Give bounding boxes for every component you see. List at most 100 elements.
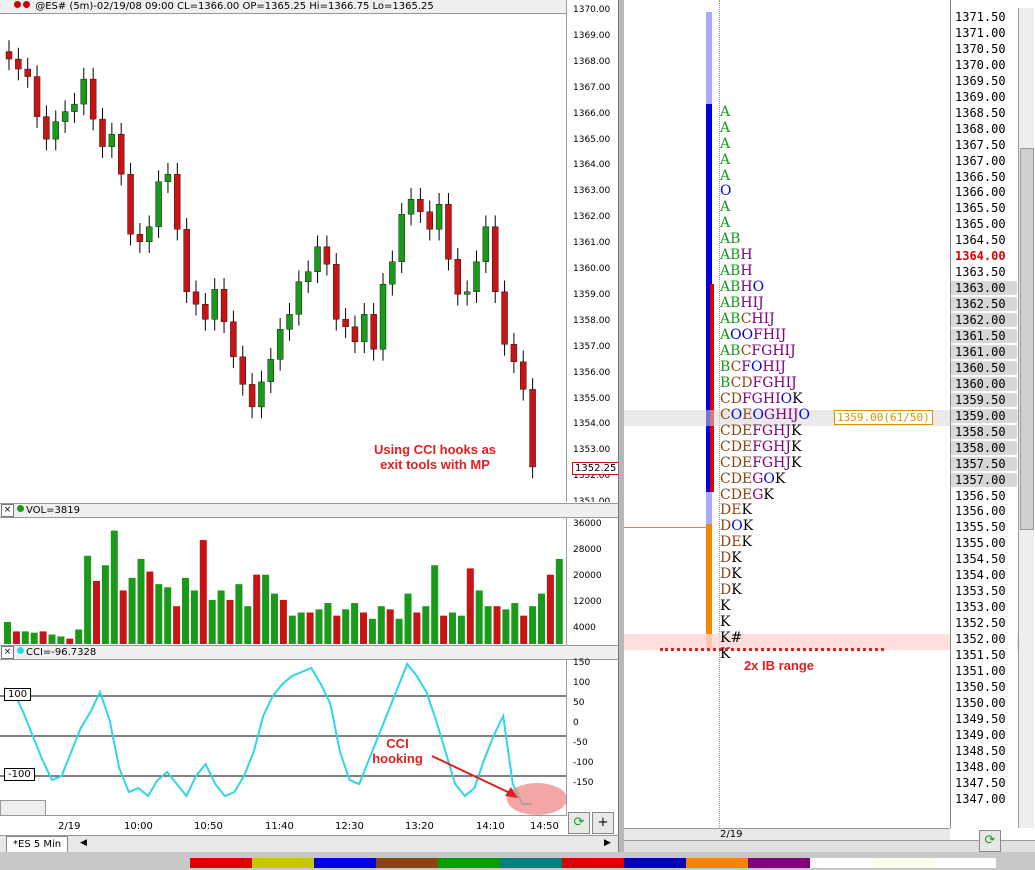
price-tick-label: 1370.00 [573,5,611,15]
price-scale[interactable]: 1370.00 1369.00 1368.00 1367.00 1366.00 1365.… [566,0,618,502]
taskbar-color-swatch[interactable] [686,858,748,868]
price-tick-label: 1356.00 [573,367,611,378]
cci-hook-highlight [507,783,566,815]
scroll-thumb[interactable] [1020,148,1034,530]
taskbar-color-swatch[interactable] [872,858,934,868]
poc-label: 1359.00(61/50) [834,410,933,425]
candle-body [426,211,433,230]
cci-tick-label: 100 [573,678,591,688]
candle-body [463,291,471,295]
red-dot-icon[interactable] [14,1,21,8]
mp-row: A [720,199,731,216]
mp-row: DK [720,566,742,583]
candle-body [398,214,405,262]
price-tick-label: 1365.00 [573,134,611,145]
mp-row: A [720,151,731,168]
candle-body [305,271,312,282]
zoom-plus-button[interactable]: + [592,812,614,834]
volume-bar [155,584,163,644]
volume-scale[interactable]: 36000 28000 20000 12000 4000 [566,518,618,645]
price-tick-label: 1364.00 [573,160,611,171]
close-icon[interactable]: × [1,504,14,517]
taskbar-strip [0,852,1035,870]
mp-refresh-button[interactable]: ⟳ [979,830,1001,852]
price-tick-label: 1353.00 [573,445,611,456]
price-tick-label: 1368.00 [573,56,611,67]
volume-bar [137,558,145,644]
mp-price-ladder[interactable]: 1371.50 1371.00 1370.50 1370.00 1369.50 1369.… [950,0,1017,828]
candle-body [389,261,396,285]
time-tick-label: 12:30 [335,821,364,832]
mp-price-label: 1348.50 [955,743,1006,758]
mp-row: DOK [720,518,754,535]
scroll-left-icon[interactable]: ◀ [80,838,87,848]
volume-bar [48,634,56,644]
time-axis: 2/19 10:00 10:50 11:40 12:30 13:20 14:10 14:50 [0,815,566,836]
cci-header: × CCI=-96.7328 [0,646,618,660]
taskbar-color-swatch[interactable] [314,858,376,868]
mp-price-label: 1370.50 [955,41,1006,56]
cci-tick-label: 0 [573,718,579,728]
mp-price-label: 1369.00 [955,89,1006,104]
candle-body [501,291,508,345]
volume-bar [279,599,287,644]
volume-bar [333,615,341,644]
taskbar-color-swatch[interactable] [438,858,500,868]
mp-price-label: 1362.50 [951,297,1017,312]
time-tick-label: 14:10 [476,821,505,832]
volume-bar [413,612,421,644]
cci-level-low-label: -100 [4,768,35,781]
price-tick-label: 1358.00 [573,315,611,326]
mp-row: ABHO [720,279,765,296]
taskbar-color-swatch[interactable] [810,858,872,868]
volume-bar [173,606,181,644]
chart-tab[interactable]: *ES 5 Min [6,836,69,853]
cci-tick-label: -100 [573,758,594,768]
green-dot-icon[interactable] [23,1,30,8]
scroll-right-icon[interactable]: ▶ [604,838,611,848]
volume-bar [244,606,252,644]
refresh-button[interactable]: ⟳ [568,812,590,834]
mp-price-label: 1368.50 [955,105,1006,120]
taskbar-color-swatch[interactable] [562,858,624,868]
mp-vertical-scrollbar[interactable] [1018,8,1034,828]
mp-row: CDEGOK [720,470,786,487]
taskbar-color-swatch[interactable] [748,858,810,868]
candle-body [361,314,368,343]
mp-price-label: 1353.00 [955,600,1006,615]
mp-row: ABCFGHIJ [720,342,796,359]
time-tick-label: 14:50 [530,821,559,832]
mp-price-label: 1363.50 [955,265,1006,280]
taskbar-color-swatch[interactable] [190,858,252,868]
candle-body [342,319,349,328]
taskbar-color-swatch[interactable] [376,858,438,868]
candle-body [370,314,377,350]
cci-scale[interactable]: 150 100 50 0 -50 -100 -150 [566,658,618,816]
taskbar-color-swatch[interactable] [934,858,996,868]
volume-bar [93,581,100,644]
taskbar-color-swatch[interactable] [500,858,562,868]
close-icon[interactable]: × [1,646,14,659]
volume-bar [271,593,278,644]
taskbar-color-swatch[interactable] [624,858,686,868]
volume-bar [21,631,29,644]
cci-annotation: CCI hooking [355,736,440,766]
horizontal-scrollbar[interactable] [0,800,46,816]
mp-price-label: 1356.50 [955,488,1006,503]
mp-price-label: 1371.00 [955,25,1006,40]
mp-price-label: 1349.50 [955,711,1006,726]
taskbar-color-swatch[interactable] [252,858,314,868]
volume-bar [12,631,20,644]
price-tick-label: 1367.00 [573,82,611,93]
time-tick-label: 2/19 [58,821,81,832]
mp-price-label: 1364.00 [955,249,1006,264]
volume-bar [386,609,394,644]
cci-tick-label: -50 [573,738,588,748]
volume-bar [511,603,519,644]
price-tick-label: 1355.00 [573,393,611,404]
volume-header: × VOL=3819 [0,504,618,518]
volume-bar [217,590,225,644]
price-tick-label: 1361.00 [573,238,611,249]
candle-body [164,173,172,182]
price-tick-label: 1360.00 [573,264,611,274]
